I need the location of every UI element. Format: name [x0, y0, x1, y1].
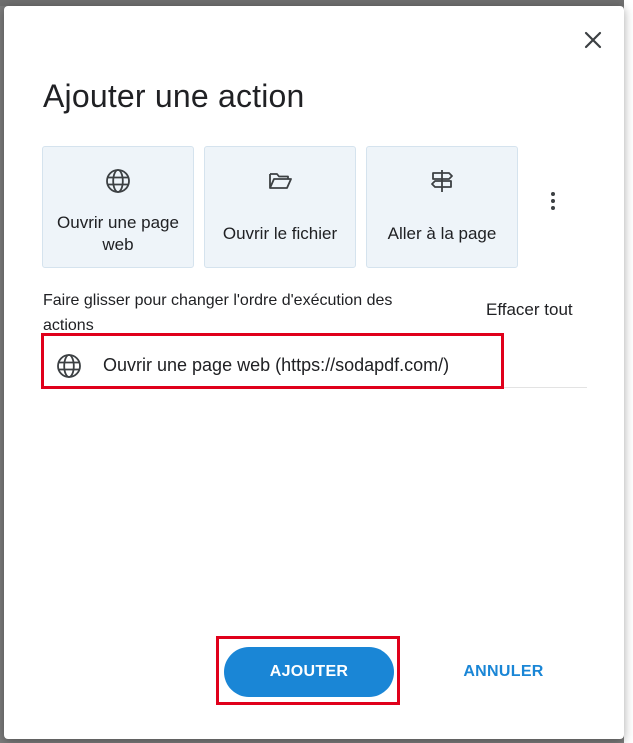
cancel-button[interactable]: ANNULER: [456, 647, 551, 697]
action-list-item[interactable]: Ouvrir une page web (https://sodapdf.com…: [43, 344, 587, 388]
action-label: Ouvrir une page web (https://sodapdf.com…: [103, 355, 450, 375]
tile-label: Aller à la page: [387, 224, 497, 243]
add-action-dialog: Ajouter une action Ouvrir une page web O…: [4, 6, 624, 739]
tile-label: Ouvrir une page web: [57, 213, 179, 254]
close-icon: [584, 31, 602, 49]
add-button[interactable]: AJOUTER: [224, 647, 394, 697]
globe-icon: [55, 352, 83, 380]
reorder-hint: Faire glisser pour changer l'ordre d'exé…: [43, 292, 393, 334]
signpost-icon: [428, 167, 456, 195]
globe-icon: [104, 167, 132, 195]
tile-go-to-page[interactable]: Aller à la page: [366, 146, 518, 268]
tile-label: Ouvrir le fichier: [222, 224, 338, 243]
background-page-edge: [624, 0, 633, 743]
tile-open-file[interactable]: Ouvrir le fichier: [204, 146, 356, 268]
tile-open-web-page[interactable]: Ouvrir une page web: [42, 146, 194, 268]
folder-open-icon: [266, 167, 294, 195]
close-button[interactable]: [579, 26, 607, 54]
more-vertical-icon: [551, 192, 555, 210]
clear-all-button[interactable]: Effacer tout: [486, 300, 573, 320]
dialog-title: Ajouter une action: [43, 78, 305, 114]
action-type-tiles: Ouvrir une page web Ouvrir le fichier Al…: [42, 146, 518, 268]
more-options-button[interactable]: [540, 186, 566, 216]
